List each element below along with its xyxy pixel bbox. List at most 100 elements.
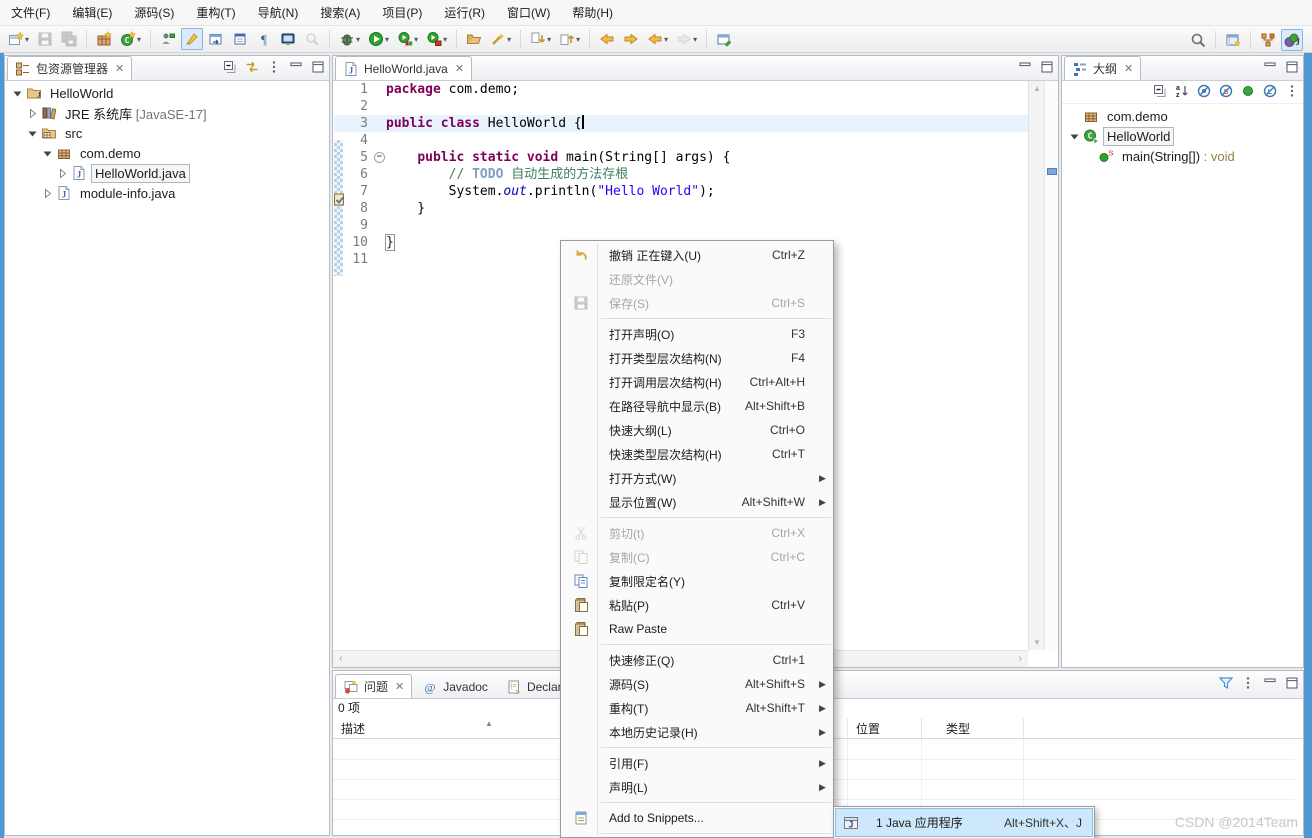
dropdown-arrow-icon[interactable]: ▾	[507, 35, 511, 44]
scroll-up-icon[interactable]: ▴	[1029, 83, 1045, 94]
forward-button[interactable]: ▾	[673, 28, 700, 50]
menu-item-16[interactable]: 复制限定名(Y)	[562, 569, 832, 593]
dropdown-arrow-icon[interactable]: ▾	[664, 35, 668, 44]
open-task-button[interactable]	[157, 28, 179, 50]
dropdown-arrow-icon[interactable]: ▾	[693, 35, 697, 44]
open-perspective-button[interactable]	[1222, 29, 1244, 51]
expand-arrow-icon[interactable]	[41, 188, 53, 199]
java-perspective-button[interactable]: J	[1281, 29, 1303, 51]
menu-item-9[interactable]: 快速大纲(L)Ctrl+O	[562, 418, 832, 442]
next-annotation-button[interactable]: ▾	[527, 28, 554, 50]
scroll-left-icon[interactable]: ‹	[339, 653, 343, 665]
menu-item-7[interactable]: 打开调用层次结构(H)Ctrl+Alt+H	[562, 370, 832, 394]
problems-minimize-button[interactable]	[1262, 675, 1278, 691]
task-overview-marker[interactable]	[1047, 168, 1057, 175]
mark-occurrences-button[interactable]	[181, 28, 203, 50]
outline-hide-static-button[interactable]: S	[1218, 83, 1234, 99]
column-header[interactable]: 类型	[946, 720, 970, 737]
menu-item-12[interactable]: 显示位置(W)Alt+Shift+W▶	[562, 490, 832, 514]
close-icon[interactable]: ✕	[115, 62, 124, 75]
dropdown-arrow-icon[interactable]: ▾	[576, 35, 580, 44]
menu-item-25[interactable]: 引用(F)▶	[562, 751, 832, 775]
outline-view-menu-button[interactable]	[1284, 83, 1300, 99]
outline-maximize-button[interactable]	[1284, 59, 1300, 75]
submenu-item-1[interactable]: J1 Java 应用程序Alt+Shift+X、J	[835, 808, 1093, 837]
pkg-collapse-all-button[interactable]	[222, 59, 238, 75]
search-button[interactable]	[301, 28, 323, 50]
menu-item-3[interactable]: 保存(S)Ctrl+S	[562, 291, 832, 315]
debug-button[interactable]: ▾	[336, 28, 363, 50]
dropdown-arrow-icon[interactable]: ▾	[414, 35, 418, 44]
pkg-minimize-button[interactable]	[288, 59, 304, 75]
editor-maximize-button[interactable]	[1039, 59, 1055, 75]
pkg-maximize-button[interactable]	[310, 59, 326, 75]
tree-item[interactable]: JHelloWorld	[5, 83, 329, 103]
dropdown-arrow-icon[interactable]: ▾	[443, 35, 447, 44]
scroll-down-icon[interactable]: ▾	[1029, 637, 1045, 648]
tree-item[interactable]: com.demo	[5, 143, 329, 163]
toolbar-search-button[interactable]	[1187, 29, 1209, 51]
menubar-item-5[interactable]: 导航(N)	[247, 1, 310, 25]
show-whitespace-button[interactable]: ¶	[253, 28, 275, 50]
outline-minimize-button[interactable]	[1262, 59, 1278, 75]
tree-item[interactable]: com.demo	[1062, 106, 1303, 126]
tree-item[interactable]: JRE 系统库 [JavaSE-17]	[5, 103, 329, 123]
tree-item[interactable]: JHelloWorld.java	[5, 163, 329, 183]
scroll-right-icon[interactable]: ›	[1018, 653, 1022, 665]
external-tools-button[interactable]: ▾	[487, 28, 514, 50]
pkg-link-with-editor-button[interactable]	[244, 59, 260, 75]
close-icon[interactable]: ✕	[1124, 62, 1133, 75]
java-browsing-perspective-button[interactable]	[1257, 29, 1279, 51]
problems-maximize-button[interactable]	[1284, 675, 1300, 691]
fold-collapse-icon[interactable]: −	[374, 152, 385, 163]
back-button[interactable]: ▾	[644, 28, 671, 50]
menubar-item-7[interactable]: 项目(P)	[371, 1, 433, 25]
collapse-arrow-icon[interactable]	[41, 148, 53, 159]
menu-item-18[interactable]: Raw Paste	[562, 617, 832, 641]
menubar-item-10[interactable]: 帮助(H)	[561, 1, 624, 25]
new-java-package-button[interactable]	[93, 28, 115, 50]
dropdown-arrow-icon[interactable]: ▾	[25, 35, 29, 44]
dropdown-arrow-icon[interactable]: ▾	[385, 35, 389, 44]
open-new-window-button[interactable]	[713, 28, 735, 50]
editor-minimize-button[interactable]	[1017, 59, 1033, 75]
menu-item-22[interactable]: 重构(T)Alt+Shift+T▶	[562, 696, 832, 720]
tab-helloworld-java[interactable]: J HelloWorld.java ✕	[335, 56, 472, 80]
column-header[interactable]: 位置	[856, 720, 880, 737]
next-edit-location-button[interactable]	[620, 28, 642, 50]
editor-vertical-scrollbar[interactable]: ▴ ▾	[1028, 81, 1045, 650]
close-icon[interactable]: ✕	[395, 680, 404, 693]
menu-item-11[interactable]: 打开方式(W)▶	[562, 466, 832, 490]
run-button[interactable]: ▾	[365, 28, 392, 50]
expand-arrow-icon[interactable]	[56, 168, 68, 179]
close-icon[interactable]: ✕	[455, 62, 464, 75]
menu-item-10[interactable]: 快速类型层次结构(H)Ctrl+T	[562, 442, 832, 466]
outline-hide-local-types-button[interactable]: L	[1262, 83, 1278, 99]
outline-collapse-all-button[interactable]	[1152, 83, 1168, 99]
last-edit-location-button[interactable]	[596, 28, 618, 50]
save-button[interactable]	[34, 28, 56, 50]
pkg-view-menu-button[interactable]	[266, 59, 282, 75]
menu-item-23[interactable]: 本地历史记录(H)▶	[562, 720, 832, 744]
outline-hide-fields-button[interactable]	[1196, 83, 1212, 99]
tree-item[interactable]: Smain(String[]) : void	[1062, 146, 1303, 166]
problems-view-menu-button[interactable]	[1240, 675, 1256, 691]
tree-item[interactable]: Jmodule-info.java	[5, 183, 329, 203]
menu-item-8[interactable]: 在路径导航中显示(B)Alt+Shift+B	[562, 394, 832, 418]
menu-item-21[interactable]: 源码(S)Alt+Shift+S▶	[562, 672, 832, 696]
menu-item-28[interactable]: Add to Snippets...	[562, 806, 832, 830]
show-source-button[interactable]	[205, 28, 227, 50]
collapse-arrow-icon[interactable]	[26, 128, 38, 139]
coverage-button[interactable]: ▾	[394, 28, 421, 50]
menu-item-6[interactable]: 打开类型层次结构(N)F4	[562, 346, 832, 370]
menu-item-26[interactable]: 声明(L)▶	[562, 775, 832, 799]
tab-problems[interactable]: 问题✕	[335, 674, 412, 698]
menu-item-5[interactable]: 打开声明(O)F3	[562, 322, 832, 346]
dropdown-arrow-icon[interactable]: ▾	[356, 35, 360, 44]
menubar-item-2[interactable]: 编辑(E)	[61, 1, 123, 25]
outline-hide-non-public-button[interactable]	[1240, 83, 1256, 99]
menu-item-1[interactable]: 撤销 正在键入(U)Ctrl+Z	[562, 243, 832, 267]
menubar-item-1[interactable]: 文件(F)	[0, 1, 61, 25]
profile-button[interactable]: ▾	[423, 28, 450, 50]
expand-arrow-icon[interactable]	[26, 108, 38, 119]
